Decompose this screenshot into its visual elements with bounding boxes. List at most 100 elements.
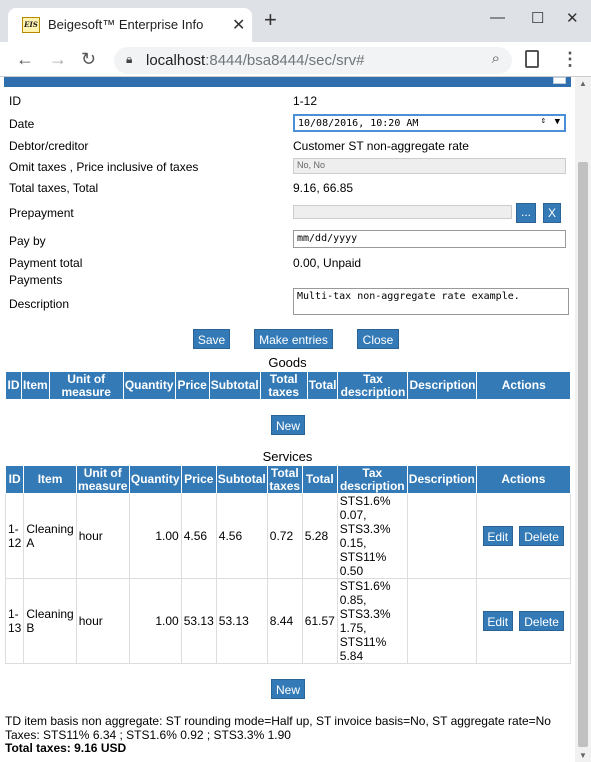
clipboard-icon[interactable] bbox=[525, 50, 539, 68]
tab-bar: EIS Beigesoft™ Enterprise Info ✕ + — ☐ ✕ bbox=[0, 0, 591, 42]
back-icon[interactable]: ← bbox=[16, 49, 34, 70]
cell-price: 53.13 bbox=[180, 578, 217, 664]
cell-actions: Edit Delete bbox=[475, 493, 572, 579]
prepayment-clear-button[interactable]: X bbox=[543, 203, 561, 223]
address-bar[interactable]: 🔒︎ localhost:8444/bsa8444/sec/srv# ⌕ bbox=[114, 47, 512, 74]
forward-icon[interactable]: → bbox=[49, 49, 67, 70]
scrollbar-thumb[interactable] bbox=[578, 162, 588, 747]
cell-description bbox=[406, 493, 477, 579]
scroll-down-icon[interactable]: ▼ bbox=[579, 751, 587, 760]
goods-col-actions: Actions bbox=[476, 371, 571, 400]
date-spin-icon[interactable]: ⇕ bbox=[541, 116, 546, 126]
services-col-item: Item bbox=[23, 465, 77, 494]
goods-new-button[interactable]: New bbox=[271, 415, 305, 435]
lock-icon[interactable]: 🔒︎ bbox=[126, 52, 132, 67]
nav-bar: ← → ↻ 🔒︎ localhost:8444/bsa8444/sec/srv#… bbox=[0, 42, 591, 77]
restore-icon[interactable] bbox=[553, 77, 566, 84]
cell-taxdesc: STS1.6% 0.07, STS3.3% 0.15, STS11% 0.50 bbox=[336, 493, 408, 579]
services-col-description: Description bbox=[406, 465, 477, 494]
form-header-bar bbox=[4, 77, 571, 87]
cell-price: 4.56 bbox=[180, 493, 217, 579]
prepayment-pick-button[interactable]: ... bbox=[516, 203, 536, 223]
goods-col-unit: Unit of measure bbox=[48, 371, 124, 400]
services-col-taxes: Total taxes bbox=[266, 465, 303, 494]
cell-total: 5.28 bbox=[301, 493, 338, 579]
cell-taxes: 0.72 bbox=[266, 493, 303, 579]
url-text[interactable]: localhost:8444/bsa8444/sec/srv# bbox=[146, 52, 364, 69]
payments-label: Payments bbox=[9, 273, 63, 287]
goods-col-id: ID bbox=[5, 371, 22, 400]
browser-tab[interactable]: EIS Beigesoft™ Enterprise Info ✕ bbox=[8, 8, 252, 42]
tab-title: Beigesoft™ Enterprise Info bbox=[48, 17, 204, 32]
cell-id: 1-13 bbox=[4, 578, 25, 664]
url-host: localhost bbox=[146, 52, 206, 69]
total-taxes-text: Total taxes: 9.16 USD bbox=[5, 741, 127, 755]
zoom-icon[interactable]: ⌕ bbox=[492, 50, 500, 67]
window-close-button[interactable]: ✕ bbox=[566, 9, 579, 27]
url-path: :8444/bsa8444/sec/srv# bbox=[205, 52, 365, 69]
date-label: Date bbox=[9, 117, 35, 131]
goods-col-subtotal: Subtotal bbox=[208, 371, 261, 400]
cell-taxes: 8.44 bbox=[266, 578, 303, 664]
debtor-label: Debtor/creditor bbox=[9, 139, 89, 153]
services-col-unit: Unit of measure bbox=[75, 465, 130, 494]
services-col-taxdesc: Tax description bbox=[336, 465, 408, 494]
goods-table: ID Item Unit of measure Quantity Price S… bbox=[5, 371, 571, 400]
services-title: Services bbox=[262, 449, 313, 464]
prepayment-field bbox=[293, 205, 512, 219]
maximize-button[interactable]: ☐ bbox=[531, 9, 544, 27]
edit-button[interactable]: Edit bbox=[482, 526, 513, 546]
goods-col-description: Description bbox=[407, 371, 478, 400]
cell-item: Cleaning B bbox=[23, 578, 77, 664]
table-row: 1-13 Cleaning B hour 1.00 53.13 53.13 8.… bbox=[4, 578, 572, 664]
services-col-price: Price bbox=[180, 465, 217, 494]
payment-total-value: 0.00, Unpaid bbox=[293, 256, 362, 270]
cell-unit: hour bbox=[75, 493, 130, 579]
cell-description bbox=[406, 578, 477, 664]
tab-close-icon[interactable]: ✕ bbox=[232, 15, 245, 35]
cell-quantity: 1.00 bbox=[128, 578, 182, 664]
table-row: 1-12 Cleaning A hour 1.00 4.56 4.56 0.72… bbox=[4, 493, 572, 579]
totals-value: 9.16, 66.85 bbox=[293, 181, 354, 195]
page-scrollbar[interactable]: ▲ ▼ bbox=[575, 77, 591, 762]
services-col-actions: Actions bbox=[475, 465, 572, 494]
favicon-icon: EIS bbox=[22, 17, 40, 33]
cell-item: Cleaning A bbox=[23, 493, 77, 579]
date-input-value: 10/08/2016, 10:20 AM bbox=[298, 118, 419, 129]
goods-title: Goods bbox=[268, 355, 307, 370]
cell-subtotal: 53.13 bbox=[215, 578, 268, 664]
close-button[interactable]: Close bbox=[357, 329, 399, 349]
services-col-quantity: Quantity bbox=[128, 465, 182, 494]
menu-icon[interactable]: ⋮ bbox=[561, 49, 579, 70]
goods-col-taxes: Total taxes bbox=[259, 371, 308, 400]
save-button[interactable]: Save bbox=[193, 329, 230, 349]
new-tab-button[interactable]: + bbox=[264, 9, 277, 31]
reload-icon[interactable]: ↻ bbox=[81, 49, 96, 70]
payby-input[interactable]: mm/dd/yyyy bbox=[293, 230, 566, 248]
payment-total-label: Payment total bbox=[9, 256, 83, 270]
totals-label: Total taxes, Total bbox=[9, 181, 99, 195]
debtor-value: Customer ST non-aggregate rate bbox=[293, 139, 469, 153]
delete-button[interactable]: Delete bbox=[519, 611, 565, 631]
services-new-button[interactable]: New bbox=[271, 679, 305, 699]
cell-id: 1-12 bbox=[4, 493, 25, 579]
services-table: ID Item Unit of measure Quantity Price S… bbox=[4, 465, 572, 664]
edit-button[interactable]: Edit bbox=[482, 611, 513, 631]
scroll-up-icon[interactable]: ▲ bbox=[579, 79, 587, 88]
services-col-id: ID bbox=[4, 465, 25, 494]
description-textarea[interactable]: Multi-tax non-aggregate rate example. bbox=[293, 288, 569, 315]
description-label: Description bbox=[9, 297, 70, 311]
services-col-subtotal: Subtotal bbox=[215, 465, 268, 494]
services-header-row: ID Item Unit of measure Quantity Price S… bbox=[4, 465, 572, 494]
date-input[interactable]: 10/08/2016, 10:20 AM ⇕ ▼ bbox=[293, 114, 566, 132]
cell-total: 61.57 bbox=[301, 578, 338, 664]
minimize-button[interactable]: — bbox=[490, 9, 505, 26]
omit-taxes-label: Omit taxes , Price inclusive of taxes bbox=[9, 160, 199, 174]
omit-taxes-field: No, No bbox=[293, 158, 566, 174]
id-label: ID bbox=[9, 94, 21, 108]
make-entries-button[interactable]: Make entries bbox=[254, 329, 333, 349]
date-dropdown-icon[interactable]: ▼ bbox=[555, 117, 560, 127]
cell-unit: hour bbox=[75, 578, 130, 664]
cell-actions: Edit Delete bbox=[475, 578, 572, 664]
delete-button[interactable]: Delete bbox=[519, 526, 565, 546]
